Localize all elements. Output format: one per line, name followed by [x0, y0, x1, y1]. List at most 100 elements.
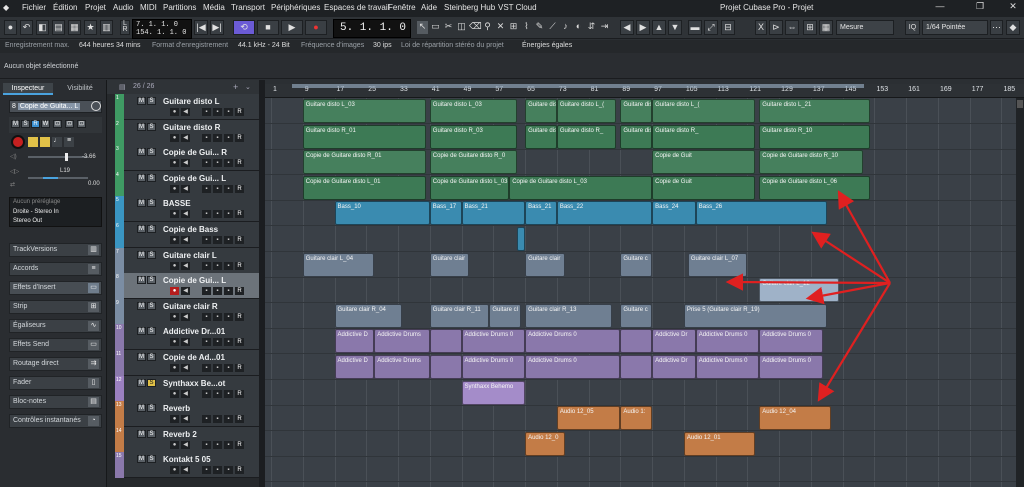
monitor-icon[interactable]: ◀	[181, 440, 190, 449]
position-display[interactable]: 5. 1. 1. 0	[333, 19, 411, 38]
mute-button[interactable]: M	[137, 353, 146, 361]
solo-button[interactable]: S	[147, 199, 156, 208]
audio-event[interactable]: Guitare clair L_07	[687, 252, 748, 277]
object-selection-tool-icon[interactable]: ↖	[417, 21, 428, 34]
inspector-write-button[interactable]: W	[41, 120, 50, 128]
mute-button[interactable]: M	[137, 455, 146, 464]
mute-button[interactable]: M	[137, 327, 146, 336]
cycle-icon[interactable]: ⟲	[233, 20, 255, 35]
read-icon[interactable]: R	[235, 466, 244, 475]
section-effets-insert[interactable]: Effets d'Insert ▭	[9, 281, 102, 295]
audio-event[interactable]: Copie de Guitare disto L_03	[429, 175, 510, 200]
snap-icon[interactable]: ⊞	[803, 20, 817, 35]
monitor-icon[interactable]: ◀	[181, 312, 190, 321]
inspector-monitor-icon[interactable]	[28, 137, 38, 147]
menu-audio[interactable]: Audio	[113, 3, 133, 12]
record-enable-icon[interactable]: ●	[170, 184, 179, 193]
write-automation-icon[interactable]: ▪	[213, 159, 222, 168]
section-fader[interactable]: Fader ▯	[9, 376, 102, 390]
read-automation-icon[interactable]: ▪	[202, 440, 211, 449]
tab-visibility[interactable]: Visibilité	[55, 83, 105, 95]
record-enable-icon[interactable]: ●	[170, 261, 179, 270]
section-controles-instantanes[interactable]: Contrôles instantanés ◔	[9, 414, 102, 428]
play-icon[interactable]: ▶	[281, 20, 303, 35]
track-name[interactable]: Kontakt 5 05	[163, 455, 211, 464]
audio-event[interactable]: Copie de Guitare disto L_06	[759, 175, 871, 200]
marker-icon[interactable]: ★	[84, 20, 97, 35]
write-automation-icon[interactable]: ▪	[213, 466, 222, 475]
mute-button[interactable]: M	[137, 148, 146, 157]
audio-event[interactable]: Audio 12_04	[759, 406, 831, 431]
track-name[interactable]: Guitare disto L	[163, 97, 219, 106]
record-enable-icon[interactable]: ●	[170, 312, 179, 321]
read-automation-icon[interactable]: ▪	[202, 364, 211, 372]
read-icon[interactable]: R	[235, 415, 244, 424]
audio-event[interactable]: Guitare disto R_	[525, 124, 557, 149]
mute-button[interactable]: M	[137, 122, 146, 131]
solo-button[interactable]: S	[147, 225, 156, 233]
write-automation-icon[interactable]: ▪	[213, 210, 222, 219]
audio-event[interactable]: Addictive Drums 0	[461, 329, 526, 354]
color-palette-icon[interactable]: ▬	[688, 20, 702, 35]
audio-event[interactable]	[517, 227, 526, 251]
snap-type-icon[interactable]: ⊳	[769, 20, 783, 35]
monitor-icon[interactable]: ◀	[181, 287, 190, 296]
audio-event[interactable]: Guitare c	[620, 252, 653, 277]
read-automation-icon[interactable]: ▪	[202, 133, 211, 142]
read-automation-icon[interactable]: ▪	[202, 312, 211, 321]
track-row[interactable]: 4 M S Copie de Gui... L ● ◀ ▪ ▪ ▪ R	[115, 170, 259, 197]
audio-event[interactable]: Guitare disto R_	[556, 124, 617, 149]
glue-tool-icon[interactable]: ◫	[456, 21, 467, 34]
audio-event[interactable]: Bass_24	[652, 201, 696, 226]
edit-channel-icon[interactable]: ▪	[224, 108, 233, 116]
section-routage-direct[interactable]: Routage direct ⇉	[9, 357, 102, 371]
audio-event[interactable]: Bass_22	[556, 201, 653, 226]
right-locator[interactable]: 154. 1. 1. 0	[136, 29, 188, 37]
nudge-left-icon[interactable]: ◀	[620, 20, 634, 35]
record-enable-icon[interactable]: ●	[170, 236, 179, 244]
edit-channel-icon[interactable]: ▪	[224, 184, 233, 193]
add-track-icon[interactable]: +	[233, 82, 238, 92]
erase-tool-icon[interactable]: ⌫	[469, 21, 482, 34]
grid-snap-icon[interactable]: ▦	[819, 20, 833, 35]
audio-event[interactable]: Addictive Drums 0	[759, 329, 823, 354]
solo-button[interactable]: S	[147, 301, 156, 310]
record-enable-icon[interactable]: ●	[170, 287, 179, 296]
inspector-mute-button[interactable]: M	[11, 120, 20, 128]
audio-event[interactable]: Guitare clair	[429, 252, 470, 277]
audio-event[interactable]: Bass_17	[429, 201, 462, 226]
audio-event[interactable]: Addictive Dr	[652, 355, 696, 379]
minimize-icon[interactable]: —	[930, 1, 950, 15]
trim-icon[interactable]: ⤢	[704, 20, 718, 35]
audio-event[interactable]: Addictive Drums 0	[759, 355, 823, 379]
monitor-icon[interactable]: ◀	[181, 236, 190, 244]
audio-event[interactable]: Guitare disto R_03	[429, 124, 518, 149]
nudge-down-icon[interactable]: ▼	[668, 20, 682, 35]
write-automation-icon[interactable]: ▪	[213, 440, 222, 449]
monitor-icon[interactable]: ◀	[181, 338, 190, 347]
iterative-quantize-icon[interactable]: IQ	[905, 20, 920, 35]
track-name[interactable]: Copie de Gui... L	[163, 174, 226, 183]
link-icon[interactable]: X	[755, 20, 767, 35]
draw-tool-icon[interactable]: ✎	[534, 21, 545, 34]
audio-event[interactable]	[620, 355, 653, 379]
menu-espaces-de-travail[interactable]: Espaces de travail	[324, 3, 389, 12]
audio-event[interactable]: Bass_26	[695, 201, 827, 226]
read-icon[interactable]: R	[235, 133, 244, 142]
audio-event[interactable]: Guitare disto L_(	[620, 99, 653, 123]
edit-channel-icon[interactable]: ▪	[224, 159, 233, 168]
audio-event[interactable]: Addictive Drums 0	[695, 355, 760, 379]
audio-event[interactable]: Guitare disto L_21	[759, 99, 871, 123]
menu-projet[interactable]: Projet	[85, 3, 106, 12]
snap-zero-icon[interactable]: ⇵	[586, 21, 597, 34]
audio-event[interactable]: Bass_21	[525, 201, 557, 226]
track-row[interactable]: 15 M S Kontakt 5 05 ● ◀ ▪ ▪ ▪ R	[115, 452, 259, 479]
volume-slider[interactable]	[28, 153, 88, 161]
audio-event[interactable]: Copie de Guit	[652, 175, 756, 200]
nudge-right-icon[interactable]: ▶	[636, 20, 650, 35]
monitor-icon[interactable]: ◀	[181, 364, 190, 372]
output-routing[interactable]: Stereo Out	[13, 218, 42, 224]
track-row[interactable]: 8 M S Copie de Gui... L ● ◀ ▪ ▪ ▪ R	[115, 273, 259, 300]
mute-button[interactable]: M	[137, 250, 146, 259]
monitor-icon[interactable]: ◀	[181, 159, 190, 168]
